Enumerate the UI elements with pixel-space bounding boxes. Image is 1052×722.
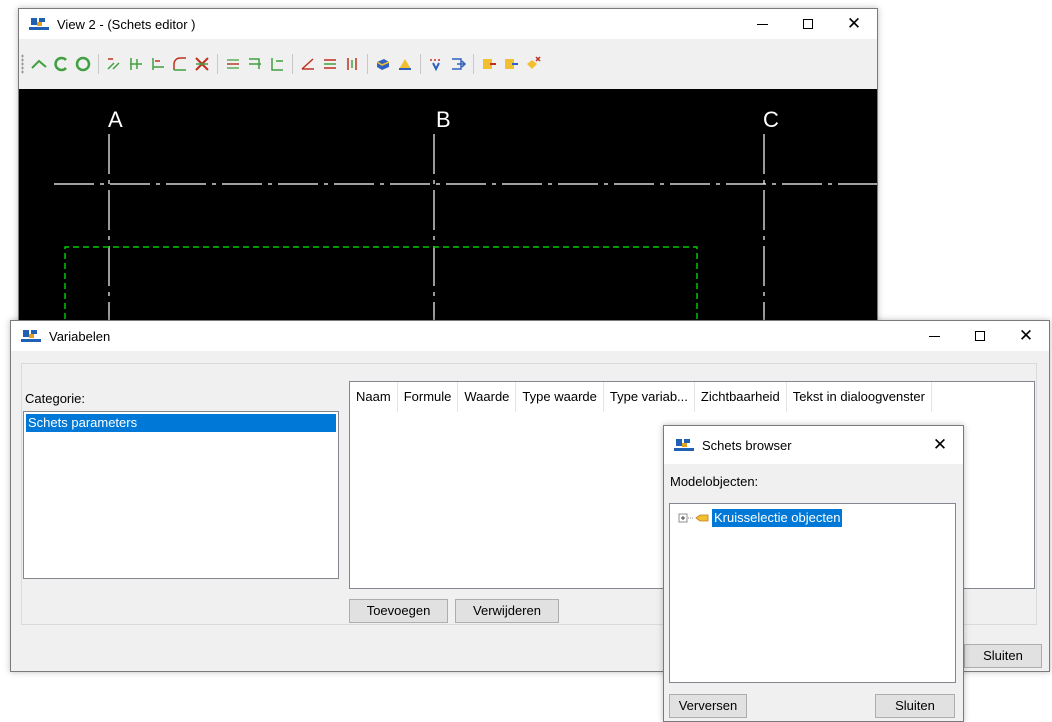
minimize-button[interactable] (739, 9, 785, 39)
sketch-editor-titlebar[interactable]: View 2 - (Schets editor ) ✕ (19, 9, 877, 39)
maximize-button[interactable] (785, 9, 831, 39)
minimize-icon (756, 23, 768, 25)
category-label: Categorie: (25, 391, 85, 406)
browser-titlebar[interactable]: Schets browser ✕ (664, 426, 963, 464)
sketch-editor-window: View 2 - (Schets editor ) ✕ A B C (18, 8, 878, 339)
tree-item[interactable]: Kruisselectie objecten (678, 508, 843, 528)
category-item-schets-parameters[interactable]: Schets parameters (26, 414, 336, 432)
maximize-icon (803, 19, 813, 29)
trim-icon[interactable] (126, 54, 146, 74)
model-objects-tree[interactable]: Kruisselectie objecten (669, 503, 956, 683)
extrude-icon[interactable] (373, 54, 393, 74)
column-header-formule[interactable]: Formule (398, 382, 459, 412)
app-icon (29, 18, 49, 30)
add-arc-icon[interactable] (51, 54, 71, 74)
toolbar-separator (98, 54, 99, 74)
parameters-icon[interactable] (501, 54, 521, 74)
window-title: Schets browser (702, 437, 792, 453)
vertical-dimension-icon[interactable] (342, 54, 362, 74)
sketch-browser-window: Schets browser ✕ Modelobjecten: Kruissel… (663, 425, 964, 722)
toolbar-separator (420, 54, 421, 74)
add-line-icon[interactable] (29, 54, 49, 74)
close-icon: ✕ (846, 13, 862, 34)
grid-label-b: B (436, 107, 451, 132)
column-header-naam[interactable]: Naam (350, 382, 398, 412)
category-list[interactable]: Schets parameters (23, 411, 339, 579)
revolve-icon[interactable] (395, 54, 415, 74)
import-icon[interactable] (448, 54, 468, 74)
toolbar-separator (292, 54, 293, 74)
toolbar-separator (217, 54, 218, 74)
select-icon[interactable] (426, 54, 446, 74)
horizontal-dimension-icon[interactable] (320, 54, 340, 74)
window-title: View 2 - (Schets editor ) (57, 16, 196, 32)
refresh-button[interactable]: Verversen (669, 694, 747, 718)
toolbar-separator (473, 54, 474, 74)
close-icon: ✕ (932, 434, 948, 455)
close-icon: ✕ (1018, 325, 1034, 346)
delete-segment-icon[interactable] (192, 54, 212, 74)
remove-button[interactable]: Verwijderen (455, 599, 559, 623)
toolbar-separator (367, 54, 368, 74)
minimize-button[interactable] (911, 321, 957, 351)
grid-label-a: A (108, 107, 123, 132)
close-button[interactable]: ✕ (1003, 321, 1049, 351)
column-header-waarde[interactable]: Waarde (458, 382, 517, 412)
tree-item-label[interactable]: Kruisselectie objecten (712, 509, 843, 527)
maximize-button[interactable] (957, 321, 1003, 351)
close-dialog-button[interactable]: Sluiten (964, 644, 1042, 668)
close-button[interactable]: ✕ (831, 9, 877, 39)
variables-icon[interactable] (479, 54, 499, 74)
app-icon (674, 439, 694, 451)
offset-icon[interactable] (104, 54, 124, 74)
expand-icon[interactable] (678, 512, 710, 524)
variables-titlebar[interactable]: Variabelen ✕ (11, 321, 1049, 351)
close-button[interactable]: ✕ (917, 426, 963, 464)
column-header-type-variabele[interactable]: Type variab... (604, 382, 695, 412)
model-objects-label: Modelobjecten: (670, 474, 759, 489)
sketch-toolbar (19, 51, 877, 77)
maximize-icon (975, 331, 985, 341)
toolbar-grip[interactable] (21, 54, 24, 74)
table-header: Naam Formule Waarde Type waarde Type var… (350, 382, 1034, 412)
fillet-icon[interactable] (170, 54, 190, 74)
column-header-zichtbaarheid[interactable]: Zichtbaarheid (695, 382, 787, 412)
add-button[interactable]: Toevoegen (349, 599, 448, 623)
browser-close-button[interactable]: Sluiten (875, 694, 955, 718)
column-header-type-waarde[interactable]: Type waarde (516, 382, 604, 412)
horizontal-constraint-icon[interactable] (245, 54, 265, 74)
grid-label-c: C (763, 107, 779, 132)
parallel-constraint-icon[interactable] (223, 54, 243, 74)
vertical-constraint-icon[interactable] (267, 54, 287, 74)
extend-icon[interactable] (148, 54, 168, 74)
angle-dimension-icon[interactable] (298, 54, 318, 74)
app-icon (21, 330, 41, 342)
window-title: Variabelen (49, 328, 111, 344)
sketch-canvas[interactable]: A B C (19, 89, 877, 339)
column-header-tekst[interactable]: Tekst in dialoogvenster (787, 382, 932, 412)
minimize-icon (928, 335, 940, 337)
add-circle-icon[interactable] (73, 54, 93, 74)
remove-variable-icon[interactable] (523, 54, 543, 74)
